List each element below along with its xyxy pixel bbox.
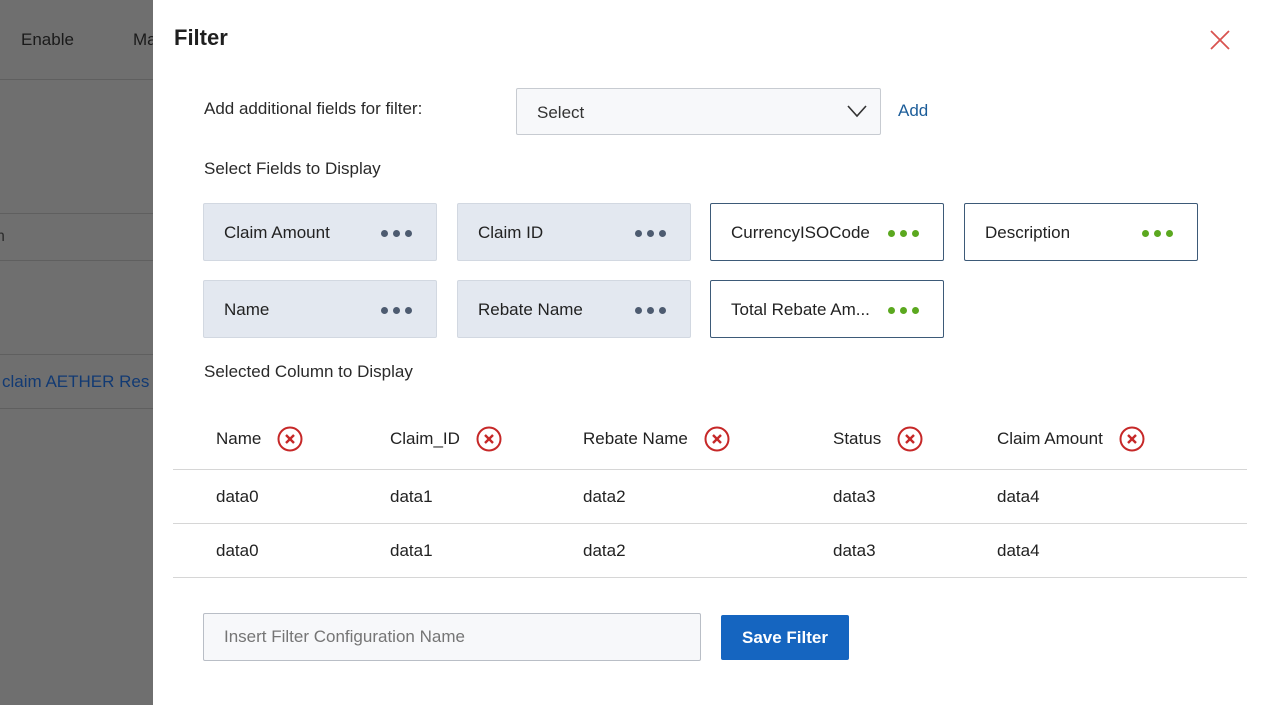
filter-modal: Filter Add additional fields for filter:… bbox=[153, 0, 1267, 705]
selected-columns-label: Selected Column to Display bbox=[204, 362, 413, 381]
field-chip-rebate-name[interactable]: Rebate Name bbox=[457, 280, 691, 338]
background-topbar: Enable Ma bbox=[0, 0, 153, 80]
remove-circle-icon[interactable] bbox=[476, 426, 502, 452]
field-chip-description[interactable]: Description bbox=[964, 203, 1198, 261]
field-chip-label: Total Rebate Am... bbox=[731, 300, 870, 319]
remove-circle-icon[interactable] bbox=[1119, 426, 1145, 452]
column-header-label: Claim_ID bbox=[390, 429, 460, 448]
table-cell: data3 bbox=[833, 541, 876, 560]
field-chip-label: Claim Amount bbox=[224, 223, 330, 242]
table-cell: data4 bbox=[997, 487, 1040, 506]
field-chip-label: Rebate Name bbox=[478, 300, 583, 319]
field-chip-name[interactable]: Name bbox=[203, 280, 437, 338]
column-header-label: Claim Amount bbox=[997, 429, 1103, 448]
more-dots-icon[interactable] bbox=[888, 307, 919, 314]
remove-circle-icon[interactable] bbox=[704, 426, 730, 452]
table-cell: data4 bbox=[997, 541, 1040, 560]
column-header-status: Status bbox=[833, 426, 923, 452]
more-dots-icon[interactable] bbox=[635, 230, 666, 237]
background-tab-ma: Ma bbox=[133, 30, 153, 49]
column-header-claim-amount: Claim Amount bbox=[997, 426, 1145, 452]
table-cell: data2 bbox=[583, 541, 626, 560]
background-claim-link: claim AETHER Res bbox=[2, 372, 150, 391]
table-cell: data1 bbox=[390, 487, 433, 506]
table-cell: data3 bbox=[833, 487, 876, 506]
add-field-link[interactable]: Add bbox=[898, 101, 928, 121]
background-search-band: n bbox=[0, 213, 153, 261]
field-chip-currencyisocode[interactable]: CurrencyISOCode bbox=[710, 203, 944, 261]
field-chip-total-rebate-amount[interactable]: Total Rebate Am... bbox=[710, 280, 944, 338]
field-chip-label: CurrencyISOCode bbox=[731, 223, 870, 242]
add-fields-label: Add additional fields for filter: bbox=[204, 99, 423, 118]
field-select-dropdown[interactable]: Select bbox=[516, 88, 881, 135]
table-cell: data0 bbox=[216, 541, 259, 560]
table-row: data0 data1 data2 data3 data4 bbox=[173, 524, 1247, 578]
more-dots-icon[interactable] bbox=[635, 307, 666, 314]
save-filter-button[interactable]: Save Filter bbox=[721, 615, 849, 660]
field-chip-claim-id[interactable]: Claim ID bbox=[457, 203, 691, 261]
remove-circle-icon[interactable] bbox=[277, 426, 303, 452]
column-header-label: Status bbox=[833, 429, 882, 448]
table-cell: data1 bbox=[390, 541, 433, 560]
table-cell: data2 bbox=[583, 487, 626, 506]
select-value: Select bbox=[537, 103, 585, 122]
close-button[interactable] bbox=[1207, 27, 1233, 53]
chevron-down-icon bbox=[847, 105, 867, 118]
column-header-name: Name bbox=[216, 426, 303, 452]
column-header-rebate-name: Rebate Name bbox=[583, 426, 730, 452]
select-fields-label: Select Fields to Display bbox=[204, 159, 381, 178]
more-dots-icon[interactable] bbox=[381, 307, 412, 314]
field-chip-label: Claim ID bbox=[478, 223, 544, 242]
selected-columns-table-header: Name Claim_ID Rebate Name Status Claim A… bbox=[173, 406, 1247, 470]
remove-circle-icon[interactable] bbox=[897, 426, 923, 452]
modal-title: Filter bbox=[174, 25, 228, 50]
background-page: Enable Ma n claim AETHER Res bbox=[0, 0, 153, 705]
background-band-text: n bbox=[0, 228, 5, 245]
background-tab-enable: Enable bbox=[21, 30, 74, 49]
more-dots-icon[interactable] bbox=[1142, 230, 1173, 237]
field-chip-label: Description bbox=[985, 223, 1071, 242]
column-header-label: Name bbox=[216, 429, 262, 448]
column-header-label: Rebate Name bbox=[583, 429, 688, 448]
filter-config-name-input[interactable] bbox=[203, 613, 701, 661]
field-chip-label: Name bbox=[224, 300, 270, 319]
column-header-claim-id: Claim_ID bbox=[390, 426, 502, 452]
background-table-row: claim AETHER Res bbox=[0, 354, 153, 409]
field-chip-claim-amount[interactable]: Claim Amount bbox=[203, 203, 437, 261]
more-dots-icon[interactable] bbox=[888, 230, 919, 237]
table-cell: data0 bbox=[216, 487, 259, 506]
close-icon bbox=[1210, 30, 1230, 50]
table-row: data0 data1 data2 data3 data4 bbox=[173, 470, 1247, 524]
more-dots-icon[interactable] bbox=[381, 230, 412, 237]
